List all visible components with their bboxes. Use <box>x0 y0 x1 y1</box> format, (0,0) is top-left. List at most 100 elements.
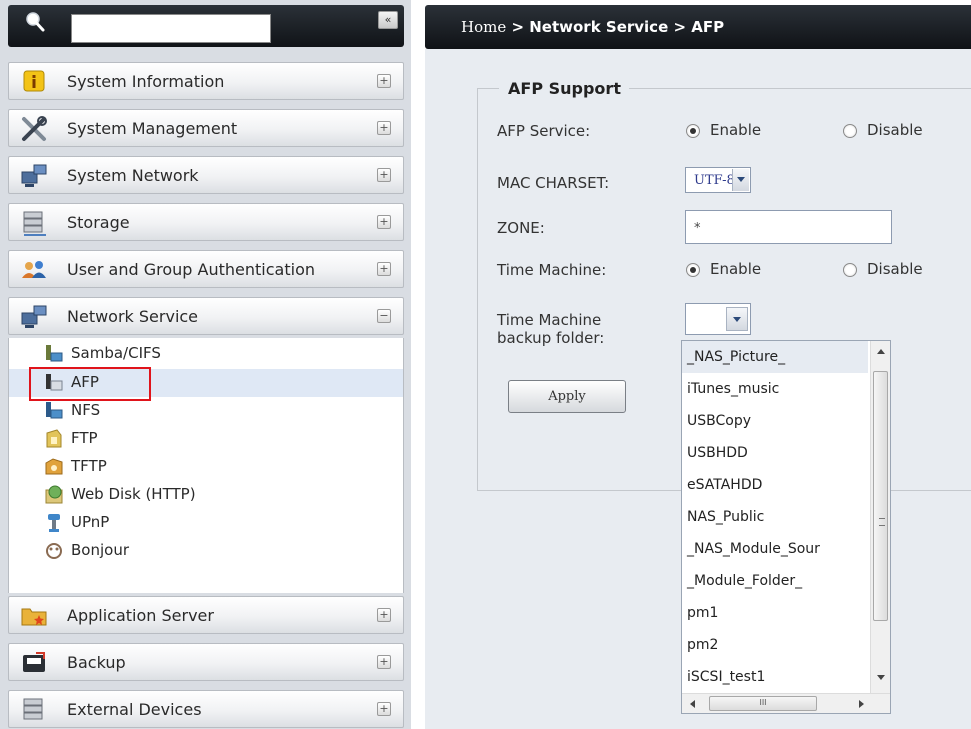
users-icon <box>22 261 46 278</box>
afp-service-disable-label[interactable]: Disable <box>867 121 923 139</box>
collapse-sidebar-button[interactable]: « <box>378 11 398 29</box>
afp-service-enable-radio[interactable] <box>686 124 700 138</box>
search-icon[interactable] <box>24 11 46 33</box>
dropdown-option[interactable]: pm2 <box>682 629 868 661</box>
mac-charset-value: UTF-8 <box>694 173 735 188</box>
tools-icon <box>22 116 47 141</box>
content-area: AFP Support AFP Service: Enable Disable … <box>425 49 971 729</box>
expand-icon[interactable]: + <box>377 655 391 669</box>
scroll-left-arrow-icon[interactable] <box>690 700 695 708</box>
menu-label: Storage <box>67 213 130 232</box>
time-machine-label: Time Machine: <box>497 261 607 279</box>
dropdown-option[interactable]: pm1 <box>682 597 868 629</box>
zone-label: ZONE: <box>497 219 545 237</box>
application-folder-icon <box>21 608 47 626</box>
scroll-right-arrow-icon[interactable] <box>859 700 864 708</box>
dropdown-option[interactable]: _Module_Folder_ <box>682 565 868 597</box>
chevron-down-icon[interactable] <box>726 307 748 331</box>
time-machine-enable-label[interactable]: Enable <box>710 260 761 278</box>
scroll-down-arrow-icon[interactable] <box>877 675 885 680</box>
afp-service-label: AFP Service: <box>497 122 591 140</box>
breadcrumb-separator: > <box>668 18 692 36</box>
time-machine-enable-radio[interactable] <box>686 263 700 277</box>
dropdown-option[interactable]: _NAS_Picture_ <box>682 341 868 373</box>
breadcrumb-home[interactable]: Home <box>461 18 506 36</box>
dropdown-option[interactable]: iSCSI_test1 <box>682 661 868 693</box>
grip-icon <box>879 518 885 526</box>
expand-icon[interactable]: + <box>377 74 391 88</box>
submenu-item-bonjour[interactable]: Bonjour <box>9 537 403 565</box>
apply-button[interactable]: Apply <box>508 380 626 413</box>
afp-highlight-box <box>29 367 151 401</box>
expand-icon[interactable]: + <box>377 215 391 229</box>
web-disk-icon <box>45 485 63 504</box>
samba-icon <box>46 345 63 362</box>
time-machine-disable-label[interactable]: Disable <box>867 260 923 278</box>
horizontal-scroll-thumb[interactable]: III <box>709 696 817 711</box>
submenu-item-upnp[interactable]: UPnP <box>9 509 403 537</box>
menu-label: Backup <box>67 653 126 672</box>
submenu-item-label: Web Disk (HTTP) <box>71 485 196 503</box>
breadcrumb-current: AFP <box>691 18 725 36</box>
menu-label: System Information <box>67 72 225 91</box>
info-icon <box>23 70 45 92</box>
main-panel: Home > Network Service > AFP AFP Support… <box>425 0 971 729</box>
menu-backup[interactable]: Backup + <box>8 643 404 681</box>
submenu-item-web-disk[interactable]: Web Disk (HTTP) <box>9 481 403 509</box>
menu-user-group-authentication[interactable]: User and Group Authentication + <box>8 250 404 288</box>
dropdown-option[interactable]: iTunes_music <box>682 373 868 405</box>
vertical-scrollbar[interactable] <box>870 341 890 695</box>
mac-charset-select[interactable]: UTF-8 <box>685 167 751 193</box>
submenu-item-label: Samba/CIFS <box>71 344 161 362</box>
expand-icon[interactable]: + <box>377 702 391 716</box>
horizontal-scrollbar[interactable]: III <box>682 693 890 713</box>
time-machine-disable-radio[interactable] <box>843 263 857 277</box>
submenu-item-label: FTP <box>71 429 98 447</box>
zone-input[interactable] <box>685 210 892 244</box>
backup-folder-dropdown[interactable]: _NAS_Picture_ iTunes_music USBCopy USBHD… <box>681 340 891 714</box>
menu-system-information[interactable]: System Information + <box>8 62 404 100</box>
dropdown-option[interactable]: USBHDD <box>682 437 868 469</box>
time-machine-folder-select[interactable] <box>685 303 751 335</box>
afp-service-enable-label[interactable]: Enable <box>710 121 761 139</box>
menu-application-server[interactable]: Application Server + <box>8 596 404 634</box>
expand-icon[interactable]: + <box>377 608 391 622</box>
submenu-item-label: NFS <box>71 401 101 419</box>
dropdown-option[interactable]: NAS_Public <box>682 501 868 533</box>
submenu-item-label: UPnP <box>71 513 110 531</box>
afp-service-disable-radio[interactable] <box>843 124 857 138</box>
expand-icon[interactable]: + <box>377 121 391 135</box>
submenu-item-label: Bonjour <box>71 541 129 559</box>
menu-label: System Management <box>67 119 238 138</box>
breadcrumb-section[interactable]: Network Service <box>529 18 668 36</box>
menu-storage[interactable]: Storage + <box>8 203 404 241</box>
search-bar: « <box>8 5 404 47</box>
submenu-item-samba[interactable]: Samba/CIFS <box>9 340 403 368</box>
submenu-item-tftp[interactable]: TFTP <box>9 453 403 481</box>
mac-charset-label: MAC CHARSET: <box>497 174 610 192</box>
menu-external-devices[interactable]: External Devices + <box>8 690 404 728</box>
menu-label: Network Service <box>67 307 199 326</box>
dropdown-option[interactable]: eSATAHDD <box>682 469 868 501</box>
time-machine-folder-label-line2: backup folder: <box>497 329 605 347</box>
time-machine-folder-label-line1: Time Machine <box>497 311 602 329</box>
collapse-icon[interactable]: − <box>377 309 391 323</box>
search-input[interactable] <box>71 14 271 43</box>
submenu-item-nfs[interactable]: NFS <box>9 397 403 425</box>
menu-label: User and Group Authentication <box>67 260 315 279</box>
expand-icon[interactable]: + <box>377 168 391 182</box>
dropdown-option[interactable]: USBCopy <box>682 405 868 437</box>
submenu-item-ftp[interactable]: FTP <box>9 425 403 453</box>
menu-label: Application Server <box>67 606 214 625</box>
ftp-icon <box>46 429 62 448</box>
menu-system-management[interactable]: System Management + <box>8 109 404 147</box>
dropdown-option[interactable]: _NAS_Module_Sour <box>682 533 868 565</box>
vertical-scroll-thumb[interactable] <box>873 371 888 621</box>
backup-icon <box>23 652 45 672</box>
menu-system-network[interactable]: System Network + <box>8 156 404 194</box>
sidebar: « System Information + System Management… <box>0 0 411 729</box>
scroll-up-arrow-icon[interactable] <box>877 349 885 354</box>
chevron-down-icon[interactable] <box>732 169 749 191</box>
menu-network-service[interactable]: Network Service − <box>8 297 404 335</box>
expand-icon[interactable]: + <box>377 262 391 276</box>
